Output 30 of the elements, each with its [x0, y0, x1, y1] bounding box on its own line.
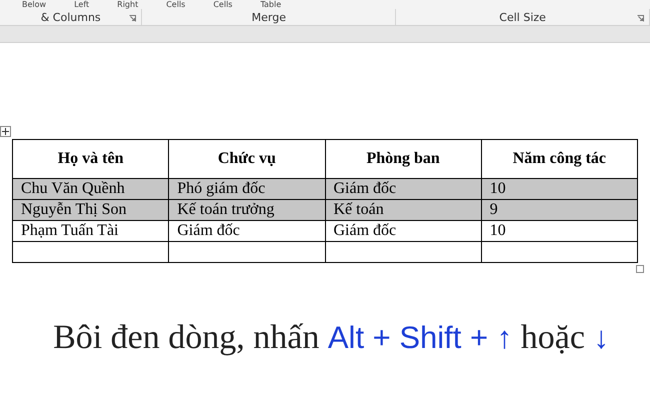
table-cell: 9: [481, 200, 638, 220]
table-cell: 10: [481, 220, 638, 242]
ribbon-button-label[interactable]: Below: [22, 1, 46, 9]
ribbon-button-label[interactable]: Cells: [213, 1, 232, 9]
table-cell: Giám đốc: [325, 220, 482, 242]
dialog-launcher-icon[interactable]: [129, 15, 136, 22]
column-header: Phòng ban: [325, 140, 482, 178]
ribbon-button-label[interactable]: Cells: [166, 1, 186, 9]
table-cell: Kế toán trưởng: [168, 200, 325, 220]
column-header: Họ và tên: [12, 140, 169, 178]
move-handle-icon[interactable]: [0, 126, 11, 137]
column-header: Năm công tác: [481, 140, 638, 178]
table-cell: 10: [481, 178, 638, 200]
dialog-launcher-icon[interactable]: [637, 15, 644, 22]
caption-text: Bôi đen dòng, nhấn Alt + Shift + ↑ hoặc ↓: [52, 319, 610, 357]
table-cell: Chu Văn Quềnh: [12, 178, 169, 200]
table-cell: Giám đốc: [325, 178, 482, 200]
table-cell: Phó giám đốc: [168, 178, 325, 200]
column-header: Chức vụ: [168, 140, 325, 178]
ribbon-group-label: Cell Size: [499, 10, 546, 24]
ribbon-button-label[interactable]: Right: [117, 1, 138, 9]
ribbon-group-label: & Columns: [40, 10, 101, 24]
ribbon-button-label[interactable]: Table: [260, 1, 282, 9]
resize-handle[interactable]: [636, 265, 644, 273]
table-cell: Phạm Tuấn Tài: [12, 220, 169, 242]
table-cell: Nguyễn Thị Son: [12, 200, 169, 220]
ribbon-group-label: Merge: [252, 10, 286, 24]
table-cell: Kế toán: [325, 200, 482, 220]
ribbon-button-label[interactable]: Left: [74, 1, 90, 9]
table-cell: Giám đốc: [168, 220, 325, 242]
